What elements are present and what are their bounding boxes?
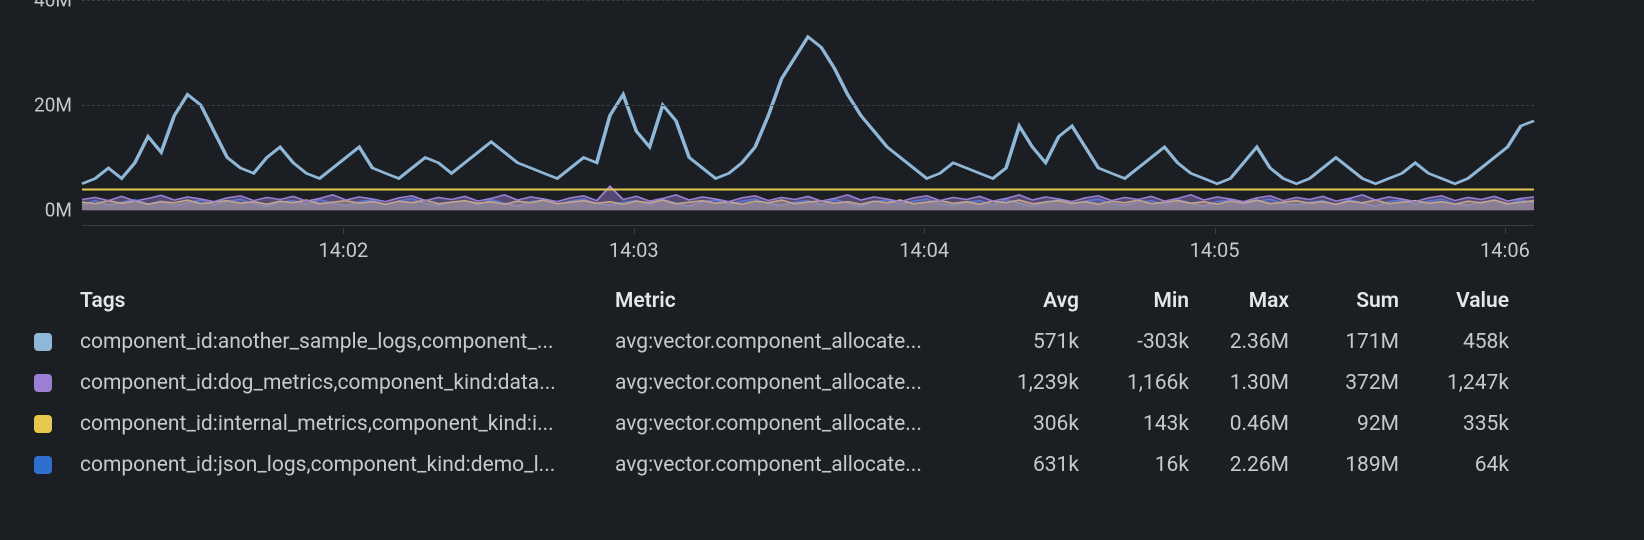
legend-header-row: Tags Metric Avg Min Max Sum Value bbox=[30, 280, 1534, 321]
legend-cell-tags: component_id:json_logs,component_kind:de… bbox=[80, 453, 615, 477]
legend-header-avg[interactable]: Avg bbox=[985, 289, 1085, 313]
gridline bbox=[82, 0, 1534, 1]
legend-cell-max: 2.26M bbox=[1195, 453, 1295, 477]
legend-row[interactable]: component_id:json_logs,component_kind:de… bbox=[30, 444, 1534, 485]
legend-cell-avg: 306k bbox=[985, 412, 1085, 436]
legend-cell-min: 16k bbox=[1085, 453, 1195, 477]
legend-cell-metric: avg:vector.component_allocate... bbox=[615, 453, 985, 477]
legend-row[interactable]: component_id:internal_metrics,component_… bbox=[30, 403, 1534, 444]
legend-cell-sum: 92M bbox=[1295, 412, 1405, 436]
legend-cell-value: 1,247k bbox=[1405, 371, 1515, 395]
legend-cell-metric: avg:vector.component_allocate... bbox=[615, 330, 985, 354]
gridline bbox=[82, 105, 1534, 106]
legend-header-sum[interactable]: Sum bbox=[1295, 289, 1405, 313]
series-line[interactable] bbox=[82, 37, 1534, 184]
legend-cell-value: 458k bbox=[1405, 330, 1515, 354]
x-tick-label: 14:06 bbox=[1480, 238, 1530, 262]
legend-cell-sum: 372M bbox=[1295, 371, 1405, 395]
legend-cell-min: 143k bbox=[1085, 412, 1195, 436]
legend-cell-min: -303k bbox=[1085, 330, 1195, 354]
legend-cell-max: 1.30M bbox=[1195, 371, 1295, 395]
y-tick-label: 40M bbox=[2, 0, 72, 12]
legend-cell-min: 1,166k bbox=[1085, 371, 1195, 395]
legend-cell-metric: avg:vector.component_allocate... bbox=[615, 371, 985, 395]
legend-header-value[interactable]: Value bbox=[1405, 289, 1515, 313]
x-tick-mark bbox=[1215, 228, 1216, 234]
x-axis: 14:0214:0314:0414:0514:06 bbox=[82, 228, 1534, 258]
legend-swatch bbox=[30, 333, 80, 351]
legend-cell-metric: avg:vector.component_allocate... bbox=[615, 412, 985, 436]
y-tick-label: 0M bbox=[2, 199, 72, 222]
legend-header-tags[interactable]: Tags bbox=[80, 289, 615, 313]
legend-cell-tags: component_id:internal_metrics,component_… bbox=[80, 412, 615, 436]
legend-swatch bbox=[30, 456, 80, 474]
y-axis: 0M20M40M bbox=[0, 0, 82, 210]
y-tick-label: 20M bbox=[2, 94, 72, 117]
legend-cell-avg: 1,239k bbox=[985, 371, 1085, 395]
x-tick-label: 14:05 bbox=[1190, 238, 1240, 262]
legend-header-metric[interactable]: Metric bbox=[615, 289, 985, 313]
legend-table: Tags Metric Avg Min Max Sum Value compon… bbox=[30, 280, 1534, 485]
x-tick-label: 14:03 bbox=[609, 238, 659, 262]
chart-area: 0M20M40M 14:0214:0314:0414:0514:06 bbox=[0, 0, 1644, 270]
legend-header-min[interactable]: Min bbox=[1085, 289, 1195, 313]
legend-cell-sum: 189M bbox=[1295, 453, 1405, 477]
legend-cell-sum: 171M bbox=[1295, 330, 1405, 354]
legend-cell-value: 64k bbox=[1405, 453, 1515, 477]
legend-swatch bbox=[30, 374, 80, 392]
x-tick-label: 14:04 bbox=[899, 238, 949, 262]
legend-cell-value: 335k bbox=[1405, 412, 1515, 436]
x-tick-label: 14:02 bbox=[318, 238, 368, 262]
x-tick-mark bbox=[924, 228, 925, 234]
x-tick-mark bbox=[634, 228, 635, 234]
legend-row[interactable]: component_id:dog_metrics,component_kind:… bbox=[30, 362, 1534, 403]
legend-row[interactable]: component_id:another_sample_logs,compone… bbox=[30, 321, 1534, 362]
x-tick-mark bbox=[343, 228, 344, 234]
legend-swatch bbox=[30, 415, 80, 433]
legend-cell-max: 0.46M bbox=[1195, 412, 1295, 436]
legend-cell-tags: component_id:dog_metrics,component_kind:… bbox=[80, 371, 615, 395]
legend-cell-max: 2.36M bbox=[1195, 330, 1295, 354]
x-tick-mark bbox=[1505, 228, 1506, 234]
plot-area[interactable] bbox=[82, 0, 1534, 211]
legend-cell-avg: 571k bbox=[985, 330, 1085, 354]
legend-cell-avg: 631k bbox=[985, 453, 1085, 477]
legend-cell-tags: component_id:another_sample_logs,compone… bbox=[80, 330, 615, 354]
legend-header-max[interactable]: Max bbox=[1195, 289, 1295, 313]
x-axis-line bbox=[82, 225, 1534, 226]
